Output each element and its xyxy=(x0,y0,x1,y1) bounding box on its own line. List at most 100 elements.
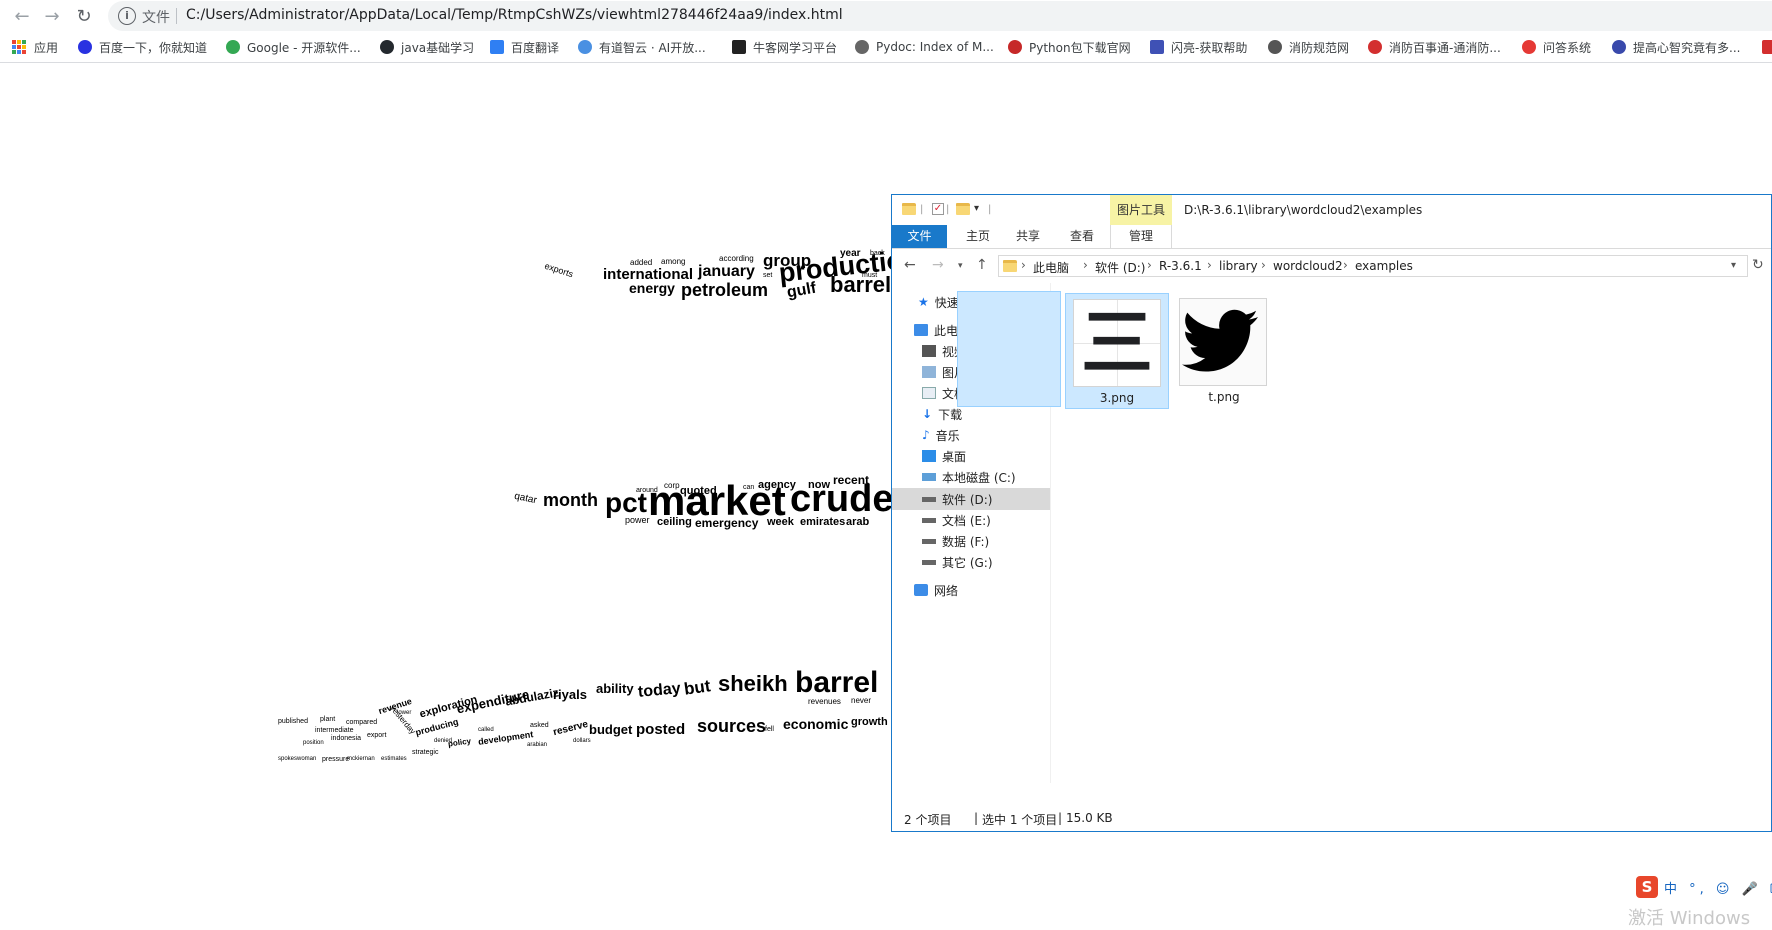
folder-icon xyxy=(902,203,916,215)
nav-desktop[interactable]: 桌面 xyxy=(922,445,966,467)
back-button[interactable]: ← xyxy=(10,4,34,28)
tab-file[interactable]: 文件 xyxy=(892,225,947,248)
nav-drive-d[interactable]: 软件 (D:) xyxy=(892,488,1050,510)
bookmark-baidu[interactable]: 百度一下，你就知道 xyxy=(78,38,207,56)
bookmark-qa-system[interactable]: 问答系统 xyxy=(1522,38,1591,56)
bookmark-pydoc[interactable]: Pydoc: Index of M... xyxy=(855,38,994,56)
bookmark-nowcoder[interactable]: 牛客网学习平台 xyxy=(732,38,837,56)
cloud-word: arabian xyxy=(527,742,548,748)
drive-icon xyxy=(922,538,936,544)
properties-icon[interactable]: ✓ xyxy=(932,203,944,215)
cloud-word: power xyxy=(625,515,650,525)
up-arrow-icon[interactable]: ↑ xyxy=(976,257,988,273)
cloud-word: pressure xyxy=(322,756,350,763)
ime-status-text[interactable]: 中 °, ☺ 🎤 ⌨ xyxy=(1664,878,1772,897)
cloud-word: lower xyxy=(397,710,412,716)
ime-toolbar[interactable]: S 中 °, ☺ 🎤 ⌨ xyxy=(1636,876,1772,898)
bookmark-youdao[interactable]: 有道智云 · AI开放... xyxy=(578,38,706,56)
bookmark-shiny-help[interactable]: 闪亮-获取帮助 xyxy=(1150,38,1247,56)
tab-home[interactable]: 主页 xyxy=(958,225,998,248)
apps-grid-icon xyxy=(12,40,26,54)
nav-label: 其它 (G:) xyxy=(942,555,993,570)
cloud-word: can xyxy=(743,484,755,491)
bookmark-label: 消防规范网 xyxy=(1289,40,1350,55)
drive-icon xyxy=(922,496,936,502)
bookmark-mind[interactable]: 提高心智究竟有多... xyxy=(1612,38,1740,56)
info-icon[interactable]: i xyxy=(118,7,136,25)
cloud-word: estimates xyxy=(381,756,407,762)
cloud-word: month xyxy=(543,490,598,510)
video-icon xyxy=(922,345,936,357)
recent-locations-icon[interactable]: ▾ xyxy=(958,261,963,271)
cloud-word: called xyxy=(478,727,494,733)
file-item-3png[interactable] xyxy=(957,291,1061,407)
bookmark-fire-code[interactable]: 消防规范网 xyxy=(1268,38,1349,56)
cloud-word: now xyxy=(808,479,830,491)
picture-tools-tab[interactable]: 图片工具 xyxy=(1110,195,1172,225)
cloud-word: mckiernan xyxy=(347,756,375,762)
cloud-word: back xyxy=(870,250,885,257)
browser-toolbar: ← → ↻ i 文件 C:/Users/Administrator/AppDat… xyxy=(0,0,1772,32)
new-folder-icon[interactable] xyxy=(956,203,970,215)
nav-network[interactable]: 网络 xyxy=(914,579,958,601)
cloud-word: emirates xyxy=(800,516,846,528)
explorer-titlebar: | ✓ | ▾ | 图片工具 D:\R-3.6.1\library\wordcl… xyxy=(892,195,1771,225)
back-arrow-icon[interactable]: ← xyxy=(904,257,916,273)
computer-icon xyxy=(914,324,928,336)
bookmark-fire-baishitong[interactable]: 消防百事通-通消防... xyxy=(1368,38,1501,56)
cloud-word: position xyxy=(303,740,324,746)
cloud-word: published xyxy=(278,718,308,725)
nowcoder-icon xyxy=(732,40,746,54)
desktop-icon xyxy=(922,450,936,462)
breadcrumb-item[interactable]: library xyxy=(1219,259,1258,273)
bookmark-apps[interactable]: 应用 xyxy=(12,38,58,56)
ribbon-tabs: 文件 主页 共享 查看 管理 xyxy=(892,225,1771,249)
file-item-tpng[interactable]: t.png xyxy=(1172,293,1276,409)
status-bar: 2 个项目 | 选中 1 个项目 | 15.0 KB xyxy=(892,807,1771,831)
folder-icon xyxy=(1003,260,1017,272)
bookmark-baidu-translate[interactable]: 百度翻译 xyxy=(490,38,559,56)
breadcrumb-item[interactable]: wordcloud2 xyxy=(1273,259,1343,273)
sogou-logo-icon[interactable]: S xyxy=(1636,876,1658,898)
tab-share[interactable]: 共享 xyxy=(1008,225,1048,248)
cloud-word: exports xyxy=(543,260,575,280)
customize-qa-icon[interactable]: ▾ xyxy=(974,203,979,219)
breadcrumb-item[interactable]: R-3.6.1 xyxy=(1159,259,1202,273)
explorer-address-bar[interactable]: › 此电脑 › 软件 (D:) › R-3.6.1 › library › wo… xyxy=(998,255,1748,277)
chevron-down-icon[interactable]: ▾ xyxy=(1731,260,1736,271)
address-bar[interactable]: i 文件 C:/Users/Administrator/AppData/Loca… xyxy=(108,1,1772,31)
reload-button[interactable]: ↻ xyxy=(72,4,96,28)
cloud-word: must xyxy=(862,272,878,279)
tab-manage[interactable]: 管理 xyxy=(1110,225,1172,248)
python-icon xyxy=(1008,40,1022,54)
forward-arrow-icon[interactable]: → xyxy=(932,257,944,273)
cloud-word: agency xyxy=(758,479,796,491)
forward-button[interactable]: → xyxy=(40,4,64,28)
breadcrumb-item[interactable]: 此电脑 xyxy=(1033,259,1069,276)
bookmark-label: Google - 开源软件... xyxy=(247,40,361,55)
bookmark-java[interactable]: java基础学习 xyxy=(380,38,474,56)
chevron-right-icon: › xyxy=(1147,258,1152,272)
chevron-right-icon: › xyxy=(1207,258,1212,272)
breadcrumb-item[interactable]: examples xyxy=(1355,259,1413,273)
bookmark-label: 消防百事通-通消防... xyxy=(1389,40,1501,55)
nav-label: 网络 xyxy=(934,583,959,598)
nav-drive-g[interactable]: 其它 (G:) xyxy=(922,551,993,573)
nav-drive-f[interactable]: 数据 (F:) xyxy=(922,530,989,552)
address-url[interactable]: C:/Users/Administrator/AppData/Local/Tem… xyxy=(186,7,843,23)
cloud-word: but xyxy=(682,676,712,699)
cloud-word: gulf xyxy=(785,279,818,302)
bookmark-google-oss[interactable]: Google - 开源软件... xyxy=(226,38,361,56)
breadcrumb-item[interactable]: 软件 (D:) xyxy=(1095,259,1145,276)
file-item-3png[interactable]: 三 3.png xyxy=(1065,293,1169,409)
tab-view[interactable]: 查看 xyxy=(1062,225,1102,248)
nav-drive-c[interactable]: 本地磁盘 (C:) xyxy=(922,466,1016,488)
cloud-word: fell xyxy=(765,726,774,733)
cloud-word: export xyxy=(367,732,387,739)
nav-drive-e[interactable]: 文档 (E:) xyxy=(922,509,991,531)
cloud-word: emergency xyxy=(695,516,759,530)
refresh-icon[interactable]: ↻ xyxy=(1752,257,1764,273)
nav-music[interactable]: ♪ 音乐 xyxy=(922,424,960,446)
bookmark-python-packages[interactable]: Python包下载官网 xyxy=(1008,38,1131,56)
bookmark-overflow[interactable] xyxy=(1762,38,1772,56)
